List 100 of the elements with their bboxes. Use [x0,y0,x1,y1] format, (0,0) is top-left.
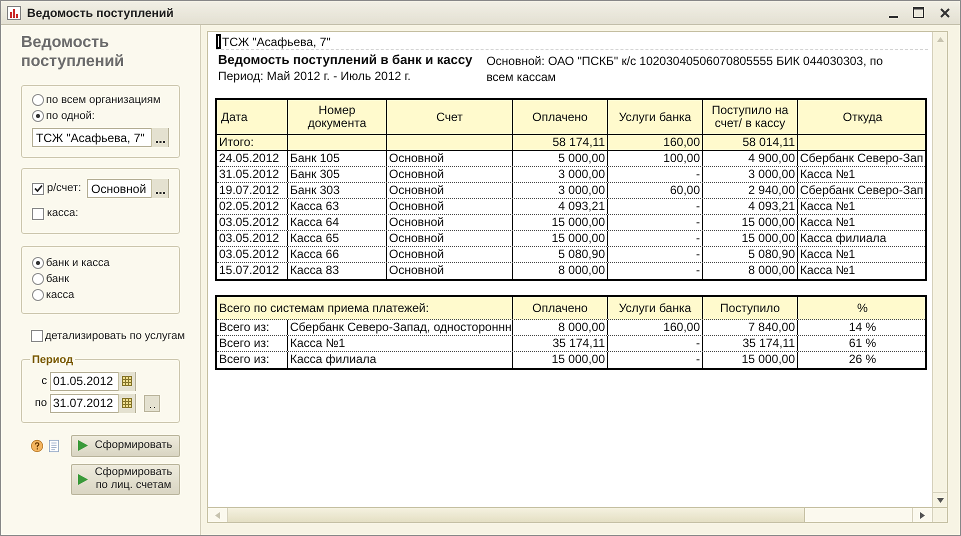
table-cell: Касса 64 [288,215,387,230]
table-cell: 58 014,11 [703,135,798,150]
radio-label: банк и касса [46,256,110,271]
table-cell: 8 000,00 [513,263,608,279]
table-cell: 4 900,00 [703,151,798,166]
close-icon[interactable] [940,8,950,18]
right-arrow-icon[interactable] [920,512,925,518]
organization-field[interactable]: ТСЖ "Асафьева, 7" [32,128,169,147]
table-cell-text: Касса филиала [799,231,888,246]
table-cell-text: Сбербанк Северо-Зап [799,151,924,166]
date-field[interactable]: 31.07.2012 [50,394,136,412]
table-cell: 35 174,11 [703,336,798,351]
table-cell: 15 000,00 [513,231,608,246]
table-cell-text: 61 % [848,336,878,351]
table-cell: 4 093,21 [703,199,798,214]
table-cell: 5 080,90 [513,247,608,262]
table-cell: 3 000,00 [703,167,798,182]
radio-button[interactable] [32,289,44,301]
table-cell: - [608,231,703,246]
report-period: Период: Май 2012 г. - Июль 2012 г. [218,68,412,84]
table-cell: - [608,247,703,262]
play-icon [78,440,88,451]
cell-cursor [216,34,221,49]
table-cell-text: 26 % [848,352,878,368]
table-cell: - [608,336,703,351]
table-cell: Основной [387,167,513,182]
radio-button[interactable] [32,257,44,269]
table-cell: - [608,263,703,279]
column-header: Всего по системам приема платежей: [217,297,513,319]
horizontal-scrollbar[interactable] [208,508,932,522]
calendar-icon [122,398,132,408]
table-cell-text: Касса №1 [799,263,856,279]
table-cell: Банк 305 [288,167,387,182]
column-header: % [856,300,869,317]
column-header: Поступило [703,297,798,319]
table-cell: 60,00 [608,183,703,198]
table-cell: Основной [387,183,513,198]
play-icon [78,474,88,484]
vertical-scrollbar[interactable] [932,32,947,507]
table-cell: Итого: [217,135,288,150]
radio-button[interactable] [32,110,44,122]
table-cell: 2 940,00 [703,183,798,198]
select-button[interactable] [151,179,168,198]
table-cell: 31.05.2012 [217,167,288,182]
checkbox-label: детализировать по услугам [45,329,185,344]
table-cell: Всего из: [217,320,288,335]
checkbox[interactable] [31,330,43,342]
radio-button[interactable] [32,94,44,106]
generate-button[interactable]: Сформировать [71,434,180,456]
date-field[interactable]: 01.05.2012 [50,372,136,390]
table-cell: 4 093,21 [513,199,608,214]
table-cell: Касса филиала [288,352,513,368]
table-cell: Касса 83 [288,263,387,279]
select-button[interactable] [151,128,168,147]
help-icon[interactable] [31,438,44,454]
scroll-thumb[interactable] [228,508,805,522]
radio-label: по одной: [46,108,95,124]
document-icon[interactable] [49,438,59,454]
table-cell: Банк 303 [288,183,387,198]
column-header: Счет [387,100,513,134]
down-arrow-icon[interactable] [936,498,944,502]
table-cell: 15 000,00 [703,352,798,368]
table-cell: Касса 66 [288,247,387,262]
table-cell: Сбербанк Северо-Запад, одностороннн [288,320,513,335]
maximize-icon[interactable] [913,7,924,18]
table-cell-text: Касса №1 [799,215,856,230]
table-cell: 160,00 [608,135,703,150]
calendar-button[interactable] [118,372,135,390]
table-cell: Основной [387,151,513,166]
table-cell: 15 000,00 [703,215,798,230]
generate-button[interactable]: Сформировать по лиц. счетам [71,464,180,494]
calendar-button[interactable] [118,394,135,412]
checkbox-label: касса: [47,206,78,222]
checkbox[interactable] [32,208,44,220]
table-cell: 35 174,11 [513,336,608,351]
panel-heading: Ведомость поступлений [21,33,126,71]
column-header: Дата [217,100,288,134]
radio-button[interactable] [32,273,44,285]
table-cell: Основной [387,231,513,246]
table-cell: Всего из: [217,352,288,368]
table-cell: 3 000,00 [513,167,608,182]
window-title: Ведомость поступлений [27,4,174,22]
table-cell: - [608,199,703,214]
table-cell-text: Касса №1 [799,247,856,262]
chart-icon [7,6,21,20]
radio-label: по всем организациям [46,92,161,108]
checkbox-label: р/счет: [47,181,82,196]
table-cell: - [608,167,703,182]
table-cell: Касса 63 [288,199,387,214]
column-header: Услуги банка [608,100,703,134]
account-field[interactable]: Основной [87,179,169,198]
table-cell: 3 000,00 [513,183,608,198]
table-cell: 8 000,00 [513,320,608,335]
column-header: Оплачено [513,297,608,319]
column-header: Поступило на счет/ в кассу [703,100,798,134]
date-label: с [40,374,47,389]
table-cell: 03.05.2012 [217,247,288,262]
table-cell: Банк 105 [288,151,387,166]
checkbox[interactable] [32,182,44,194]
account-info: Основной: ОАО "ПСКБ" к/с 10203040506070805555 БИК 044030303, по всем кассам [486,53,884,85]
